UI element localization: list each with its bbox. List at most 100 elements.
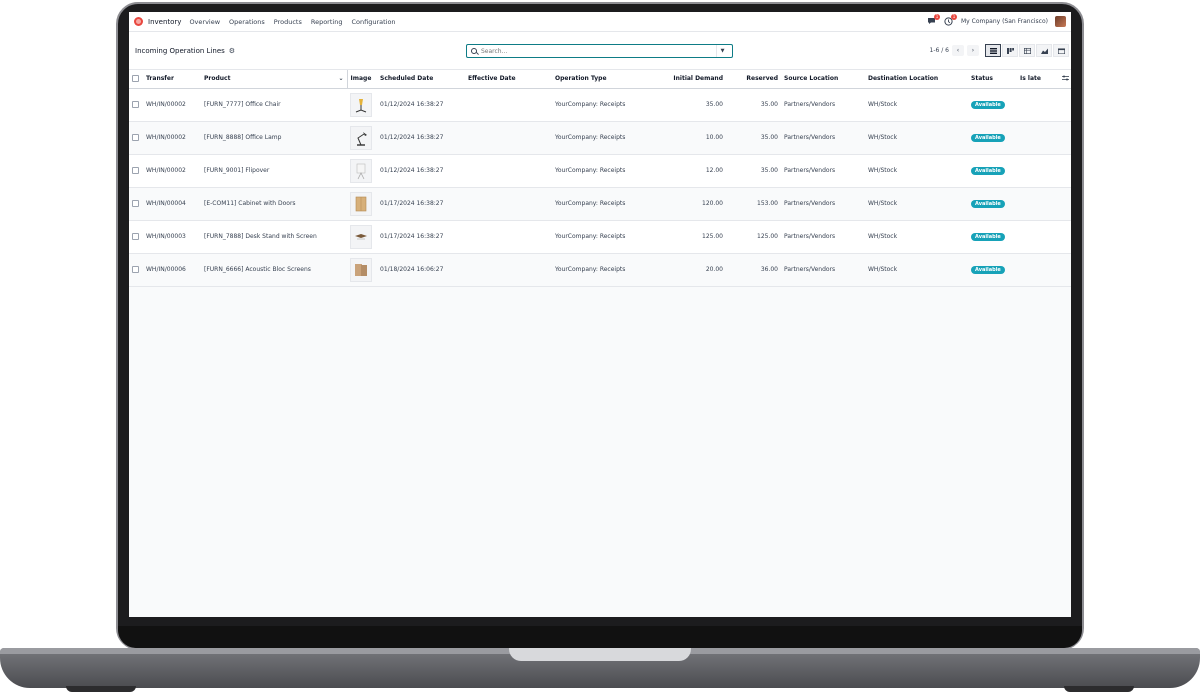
inventory-app-icon[interactable] [134,17,143,26]
row-checkbox[interactable] [132,266,139,273]
header-transfer[interactable]: Transfer [143,70,201,89]
header-destination-location[interactable]: Destination Location [865,70,968,89]
calendar-view-button[interactable] [1053,44,1069,57]
header-operation-type[interactable]: Operation Type [552,70,646,89]
user-avatar[interactable] [1055,16,1066,27]
row-checkbox[interactable] [132,200,139,207]
cell-spacer [1059,220,1071,254]
cell-spacer [1059,154,1071,188]
cell-initial-demand: 125.00 [646,220,726,254]
table-body: WH/IN/00002 [FURN_7777] Office Chair 01/12… [129,88,1071,287]
app-name[interactable]: Inventory [148,18,181,26]
graph-view-button[interactable] [1036,44,1052,57]
table-row[interactable]: WH/IN/00002 [FURN_8888] Office Lamp 01/12/… [129,121,1071,155]
table-row[interactable]: WH/IN/00003 [FURN_7888] Desk Stand with S… [129,220,1071,254]
table-row[interactable]: WH/IN/00006 [FURN_6666] Acoustic Bloc Scr… [129,253,1071,287]
status-badge: Available [971,265,1005,274]
cell-is-late [1017,187,1059,221]
cell-transfer: WH/IN/00003 [143,220,201,254]
menu-operations[interactable]: Operations [229,18,265,26]
laptop-notch [509,648,691,661]
table-row[interactable]: WH/IN/00002 [FURN_7777] Office Chair 01/12… [129,88,1071,122]
search-bar[interactable]: ▼ [466,44,733,58]
cell-operation-type: YourCompany: Receipts [552,220,646,254]
cell-image [347,187,377,221]
cell-status: Available [968,88,1017,122]
status-badge: Available [971,166,1005,175]
product-thumbnail[interactable] [350,92,372,117]
screen: Inventory Overview Operations Products R… [129,12,1071,617]
product-thumbnail[interactable] [350,158,372,183]
pager-value[interactable]: 1-6 / 6 [930,47,949,54]
header-is-late[interactable]: Is late [1017,70,1059,89]
activities-badge: 1 [951,14,957,20]
cell-initial-demand: 10.00 [646,121,726,155]
status-badge: Available [971,232,1005,241]
select-all-checkbox[interactable] [132,75,139,83]
menu-products[interactable]: Products [274,18,302,26]
header-scheduled-date[interactable]: Scheduled Date [377,70,465,89]
chat-icon[interactable]: 1 [927,14,940,26]
cell-scheduled-date: 01/18/2024 16:06:27 [377,253,465,287]
header-source-location[interactable]: Source Location [781,70,865,89]
cell-product: [FURN_7888] Desk Stand with Screen [201,220,347,254]
cell-reserved: 125.00 [726,220,781,254]
menu-reporting[interactable]: Reporting [311,18,343,26]
kanban-view-button[interactable] [1002,44,1018,57]
search-options-toggle[interactable]: ▼ [716,45,728,57]
cell-effective-date [465,187,552,221]
cell-source-location: Partners/Vendors [781,88,865,122]
cell-destination-location: WH/Stock [865,187,968,221]
gear-icon[interactable]: ⚙ [229,47,235,55]
control-panel: Incoming Operation Lines ⚙ ▼ 1-6 / 6 ‹ › [129,32,1071,70]
status-badge: Available [971,133,1005,142]
cell-operation-type: YourCompany: Receipts [552,253,646,287]
product-thumbnail[interactable] [350,224,372,249]
product-thumbnail[interactable] [350,257,372,282]
header-reserved[interactable]: Reserved [726,70,781,89]
table-row[interactable]: WH/IN/00002 [FURN_9001] Flipover 01/12/202… [129,154,1071,188]
row-checkbox[interactable] [132,233,139,240]
cell-transfer: WH/IN/00002 [143,88,201,122]
cell-operation-type: YourCompany: Receipts [552,154,646,188]
select-all-cell[interactable] [129,70,143,89]
header-product[interactable]: Product ⌄ [201,70,348,89]
row-select-cell[interactable] [129,253,143,287]
row-checkbox[interactable] [132,134,139,141]
cell-scheduled-date: 01/12/2024 16:38:27 [377,154,465,188]
row-select-cell[interactable] [129,187,143,221]
row-select-cell[interactable] [129,121,143,155]
header-status[interactable]: Status [968,70,1017,89]
cell-source-location: Partners/Vendors [781,154,865,188]
chevron-down-icon[interactable]: ⌄ [338,75,343,82]
cell-transfer: WH/IN/00002 [143,121,201,155]
row-checkbox[interactable] [132,101,139,108]
header-image[interactable]: Image [347,70,377,89]
pager-next-button[interactable]: › [967,45,979,56]
cell-destination-location: WH/Stock [865,253,968,287]
clock-icon[interactable]: 1 [944,14,957,26]
optional-columns-toggle[interactable] [1059,70,1071,89]
row-select-cell[interactable] [129,154,143,188]
product-thumbnail[interactable] [350,125,372,150]
list-view-button[interactable] [985,44,1001,57]
row-select-cell[interactable] [129,88,143,122]
header-initial-demand[interactable]: Initial Demand [646,70,726,89]
header-effective-date[interactable]: Effective Date [465,70,552,89]
cell-status: Available [968,187,1017,221]
table-row[interactable]: WH/IN/00004 [E-COM11] Cabinet with Doors 0… [129,187,1071,221]
row-checkbox[interactable] [132,167,139,174]
product-thumbnail[interactable] [350,191,372,216]
menu-overview[interactable]: Overview [189,18,220,26]
cell-operation-type: YourCompany: Receipts [552,88,646,122]
company-switcher[interactable]: My Company (San Francisco) [961,18,1048,25]
menu-configuration[interactable]: Configuration [351,18,395,26]
sliders-icon [1062,75,1069,81]
page-title-text: Incoming Operation Lines [135,46,225,55]
row-select-cell[interactable] [129,220,143,254]
cell-effective-date [465,253,552,287]
search-input[interactable] [481,47,716,55]
search-icon [471,48,477,54]
pivot-view-button[interactable] [1019,44,1035,57]
pager-previous-button[interactable]: ‹ [952,45,964,56]
